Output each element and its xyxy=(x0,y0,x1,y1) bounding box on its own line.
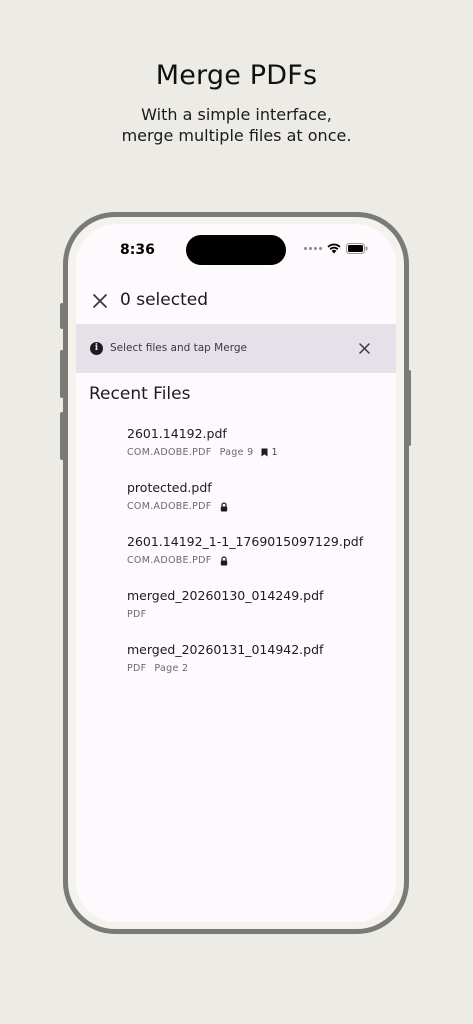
cellular-dots-icon xyxy=(304,247,322,250)
promo-subtitle: With a simple interface, merge multiple … xyxy=(0,104,473,146)
file-meta: PDF xyxy=(127,609,146,620)
bookmark-count: 1 xyxy=(261,447,277,458)
recent-files-list: 2601.14192.pdf COM.ADOBE.PDF Page 9 1 pr… xyxy=(127,424,387,694)
info-banner: i Select files and tap Merge xyxy=(76,324,396,373)
phone-power-button xyxy=(407,370,411,446)
status-bar: 8:36 xyxy=(76,224,396,276)
file-meta: PDF Page 2 xyxy=(127,663,188,674)
file-meta: COM.ADOBE.PDF Page 9 1 xyxy=(127,447,278,458)
file-source: COM.ADOBE.PDF xyxy=(127,447,212,458)
lock-icon xyxy=(220,501,227,511)
file-meta: COM.ADOBE.PDF xyxy=(127,555,228,566)
file-name: merged_20260131_014942.pdf xyxy=(127,642,324,657)
lock-icon xyxy=(220,555,227,565)
recent-files-title: Recent Files xyxy=(89,384,191,404)
phone-side-button xyxy=(60,303,64,329)
phone-volume-down-button xyxy=(60,412,64,460)
phone-volume-up-button xyxy=(60,350,64,398)
app-screen: 8:36 0 selected i Select files and tap M… xyxy=(76,224,396,922)
file-item[interactable]: merged_20260130_014249.pdf PDF xyxy=(127,586,387,640)
file-meta: COM.ADOBE.PDF xyxy=(127,501,228,512)
file-page: Page 2 xyxy=(154,663,189,674)
wifi-icon xyxy=(327,243,341,254)
file-name: protected.pdf xyxy=(127,480,212,495)
file-name: 2601.14192.pdf xyxy=(127,426,227,441)
status-icons xyxy=(304,243,368,254)
file-name: merged_20260130_014249.pdf xyxy=(127,588,324,603)
dynamic-island xyxy=(186,235,286,265)
file-page: Page 9 xyxy=(219,447,254,458)
info-icon: i xyxy=(90,342,103,355)
file-name: 2601.14192_1-1_1769015097129.pdf xyxy=(127,534,364,549)
status-time: 8:36 xyxy=(120,242,155,258)
promo-subtitle-line2: merge multiple files at once. xyxy=(121,126,352,145)
file-item[interactable]: 2601.14192_1-1_1769015097129.pdf COM.ADO… xyxy=(127,532,387,586)
file-item[interactable]: merged_20260131_014942.pdf PDF Page 2 xyxy=(127,640,387,694)
file-item[interactable]: 2601.14192.pdf COM.ADOBE.PDF Page 9 1 xyxy=(127,424,387,478)
battery-icon xyxy=(346,243,368,254)
close-icon[interactable] xyxy=(90,291,110,311)
file-source: PDF xyxy=(127,609,147,620)
info-banner-text: Select files and tap Merge xyxy=(110,342,247,354)
promo-title: Merge PDFs xyxy=(155,60,318,91)
file-source: COM.ADOBE.PDF xyxy=(127,501,212,512)
promo-subtitle-line1: With a simple interface, xyxy=(141,105,332,124)
file-item[interactable]: protected.pdf COM.ADOBE.PDF xyxy=(127,478,387,532)
selection-count: 0 selected xyxy=(120,290,208,310)
banner-close-icon[interactable] xyxy=(359,343,370,354)
bookmark-count-value: 1 xyxy=(271,447,278,458)
file-source: COM.ADOBE.PDF xyxy=(127,555,212,566)
bookmark-icon xyxy=(261,448,268,457)
file-source: PDF xyxy=(127,663,147,674)
top-app-bar: 0 selected xyxy=(76,282,396,324)
